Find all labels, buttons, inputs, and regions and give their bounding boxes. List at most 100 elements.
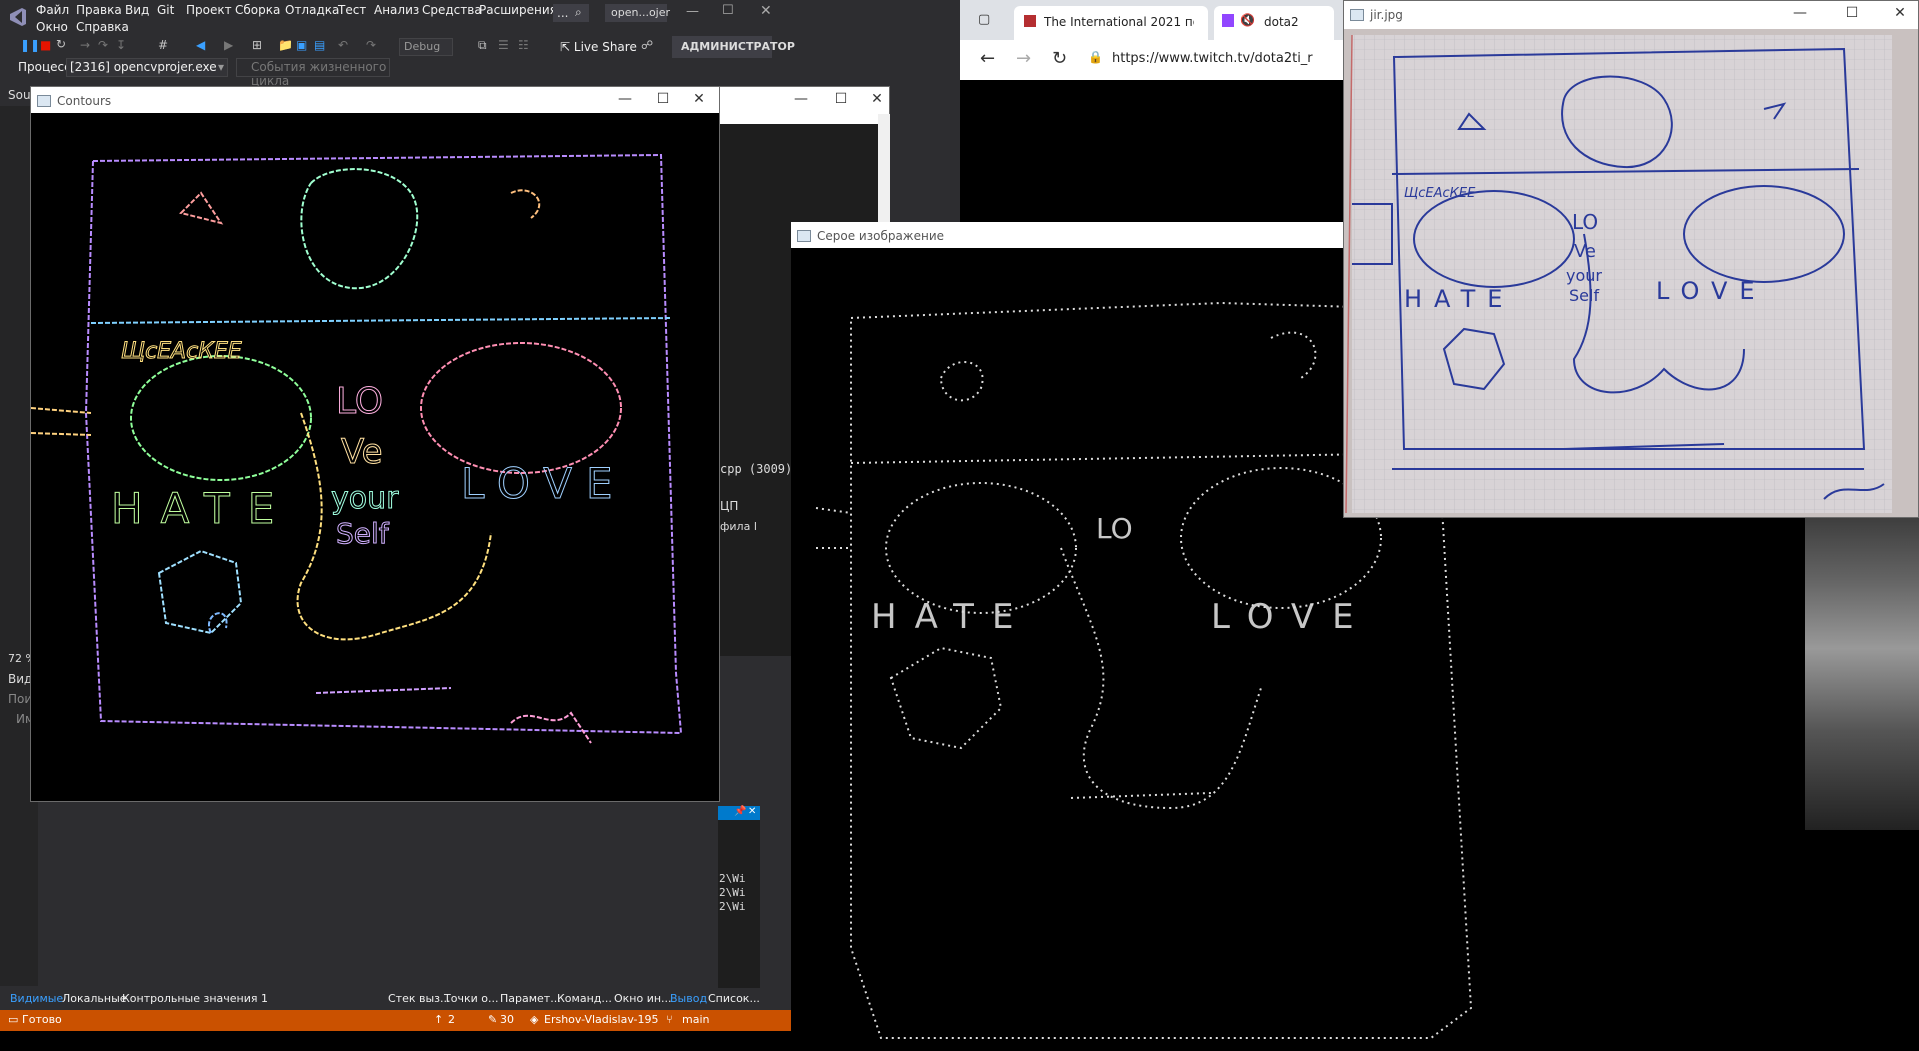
tab-watch[interactable]: Контрольные значения 1: [122, 992, 268, 1005]
share-icon: ⇱: [560, 40, 571, 54]
sketch-text-lo: LO: [1096, 512, 1133, 545]
menu-window[interactable]: Окно: [36, 20, 68, 34]
close-icon[interactable]: ✕: [760, 3, 772, 19]
forward-icon[interactable]: →: [1016, 48, 1031, 69]
menu-project[interactable]: Проект: [186, 3, 232, 17]
tab-autos[interactable]: Видимые: [10, 992, 63, 1005]
sketch-text-love: LOVE: [1656, 277, 1767, 305]
repo-icon[interactable]: ◈: [530, 1013, 538, 1026]
lifecycle-dropdown[interactable]: События жизненного цикла: [236, 58, 390, 88]
sketch-text-self: Self: [336, 517, 390, 550]
tab-error-list[interactable]: Список...: [708, 992, 760, 1005]
contours-window: Contours — ☐ ✕ HATE LOVE LO Ve your Self…: [30, 86, 720, 802]
minimize-icon[interactable]: —: [1790, 5, 1810, 21]
browser-tab-1[interactable]: The International 2021 по Dota: [1014, 6, 1208, 40]
maximize-icon[interactable]: ☐: [831, 91, 851, 107]
breakpoint-icon[interactable]: ☰: [498, 38, 509, 52]
close-icon[interactable]: ✕: [689, 91, 709, 107]
photo-window-title: jir.jpg: [1370, 8, 1403, 22]
menu-test[interactable]: Тест: [338, 3, 366, 17]
sketch-text-hate: HATE: [871, 597, 1031, 637]
step-into-icon[interactable]: ↧: [116, 38, 126, 52]
scrollbar[interactable]: [878, 114, 890, 224]
lock-icon[interactable]: 🔒: [1088, 50, 1103, 64]
tab-immediate[interactable]: Окно ин...: [614, 992, 672, 1005]
browser-tab-2[interactable]: 🔇 dota2: [1214, 6, 1334, 40]
pause-icon[interactable]: ❚❚: [20, 38, 40, 52]
feedback-icon[interactable]: ☍: [641, 38, 653, 52]
stop-icon[interactable]: ■: [40, 38, 51, 52]
new-item-icon[interactable]: ⊞: [252, 38, 262, 52]
back-nav-icon[interactable]: ◀: [196, 38, 205, 52]
restart-icon[interactable]: ↻: [56, 37, 66, 51]
tab-locals[interactable]: Локальные: [62, 992, 127, 1005]
address-bar[interactable]: https://www.twitch.tv/dota2ti_r: [1112, 51, 1313, 66]
step-icon[interactable]: →: [80, 38, 90, 52]
config-dropdown[interactable]: Debug: [399, 38, 453, 56]
tab-parameters[interactable]: Парамет...: [500, 992, 561, 1005]
pin-icon[interactable]: 📌: [734, 806, 746, 817]
menu-edit[interactable]: Правка: [76, 3, 122, 17]
close-icon[interactable]: ✕: [1890, 5, 1910, 21]
open-folder-icon[interactable]: 📁: [278, 38, 293, 52]
tab-call-stack[interactable]: Стек выз...: [388, 992, 451, 1005]
hex-icon[interactable]: #: [158, 38, 168, 52]
status-repo[interactable]: Ershov-Vladislav-195: [544, 1013, 659, 1026]
live-share-button[interactable]: ⇱ Live Share: [560, 40, 637, 54]
output-line: cpp (3009): [720, 462, 793, 476]
menu-tools[interactable]: Средства: [422, 3, 482, 17]
status-edits: 30: [500, 1013, 514, 1026]
search-box[interactable]: ... ⌕: [553, 4, 589, 22]
forward-nav-icon[interactable]: ▶: [224, 38, 233, 52]
arrow-up-icon[interactable]: ↑: [434, 1013, 443, 1026]
menu-build[interactable]: Сборка: [235, 3, 280, 17]
solution-name-badge[interactable]: open...ojer: [605, 4, 670, 22]
minimize-icon[interactable]: —: [686, 4, 699, 19]
branch-icon[interactable]: ⑂: [666, 1013, 673, 1026]
status-branch[interactable]: main: [682, 1013, 709, 1026]
menu-file[interactable]: Файл: [36, 3, 69, 17]
sketch-text-self: Self: [1569, 286, 1599, 305]
sketch-text-your: your: [1566, 266, 1602, 285]
maximize-icon[interactable]: ☐: [653, 91, 673, 107]
window-icon: [797, 230, 811, 242]
maximize-icon[interactable]: ☐: [722, 3, 734, 18]
photo-window: jir.jpg — ☐ ✕ HATE LOVE LO Ve your Self …: [1343, 0, 1919, 518]
sketch-text-ve: Ve: [1574, 241, 1596, 262]
photo-image: HATE LOVE LO Ve your Self ЩсЕАсКЕЕ: [1344, 29, 1918, 517]
menu-extensions[interactable]: Расширения: [479, 3, 557, 17]
menu-git[interactable]: Git: [157, 3, 174, 17]
pencil-icon[interactable]: ✎: [488, 1013, 497, 1026]
tab-breakpoints[interactable]: Точки о...: [444, 992, 498, 1005]
tab-output[interactable]: Вывод: [670, 992, 707, 1005]
maximize-icon[interactable]: ☐: [1842, 5, 1862, 21]
path-line: 2\Wi: [719, 872, 746, 885]
menu-analyze[interactable]: Анализ: [374, 3, 419, 17]
save-icon[interactable]: ▣: [296, 38, 307, 52]
minimize-icon[interactable]: —: [791, 91, 811, 107]
panel-close-icon[interactable]: ✕: [748, 806, 756, 817]
vs-logo-icon: [10, 8, 26, 26]
step-over-icon[interactable]: ↷: [98, 38, 108, 52]
format-icon[interactable]: ☷: [518, 38, 529, 52]
close-icon[interactable]: ✕: [867, 91, 887, 107]
back-icon[interactable]: ←: [980, 48, 995, 69]
menu-help[interactable]: Справка: [76, 20, 129, 34]
minimize-icon[interactable]: —: [615, 91, 635, 107]
sketch-text-lo: LO: [1572, 210, 1598, 234]
attach-icon[interactable]: ⧉: [478, 38, 487, 53]
process-dropdown[interactable]: [2316] opencvprojer.exe ▾: [66, 58, 228, 77]
side-search-label: Пои: [8, 692, 33, 706]
undo-icon[interactable]: ↶: [338, 38, 348, 52]
mute-icon[interactable]: 🔇: [1240, 13, 1255, 27]
status-arrows: 2: [448, 1013, 455, 1026]
redo-icon[interactable]: ↷: [366, 38, 376, 52]
menu-view[interactable]: Вид: [125, 3, 149, 17]
tab-actions-icon[interactable]: ▢: [978, 12, 990, 27]
admin-badge: АДМИНИСТРАТОР: [672, 36, 795, 58]
save-all-icon[interactable]: ▤: [314, 38, 325, 52]
reload-icon[interactable]: ↻: [1052, 48, 1067, 69]
menu-debug[interactable]: Отладка: [285, 3, 339, 17]
status-icon: ▭: [8, 1013, 19, 1026]
tab-command[interactable]: Команд...: [557, 992, 612, 1005]
